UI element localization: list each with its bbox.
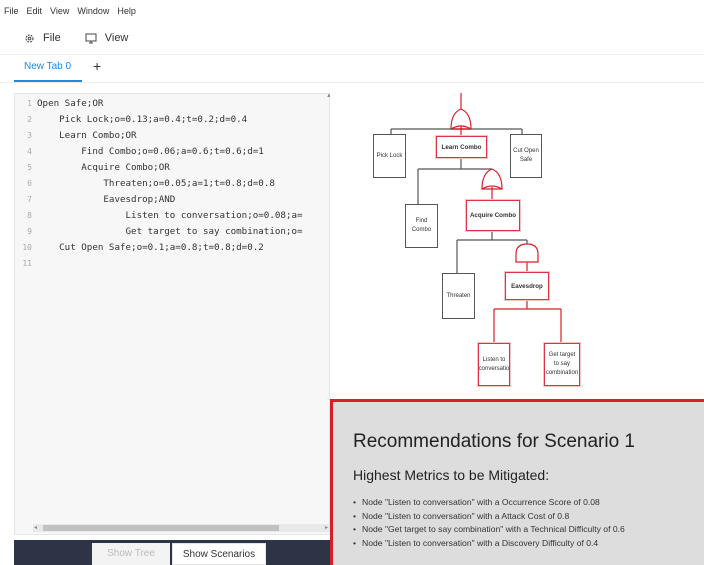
attack-tree-view[interactable]: Pick Lock Learn Combo Cut Open Safe Find C… <box>330 93 704 399</box>
divider <box>0 82 704 83</box>
monitor-icon <box>85 33 97 43</box>
menu-edit[interactable]: Edit <box>27 6 43 16</box>
menu-file[interactable]: File <box>4 6 19 16</box>
tree-node-get-target[interactable]: Get target to say combination <box>544 343 580 386</box>
menu-view[interactable]: View <box>50 6 69 16</box>
tree-node-eavesdrop[interactable]: Eavesdrop <box>505 272 549 300</box>
menu-help[interactable]: Help <box>117 6 136 16</box>
list-item: Node "Listen to conversation" with a Dis… <box>353 538 625 552</box>
toolbar: File View <box>0 25 704 51</box>
scrollbar-thumb[interactable] <box>43 525 279 531</box>
menu-bar: File Edit View Window Help <box>0 0 704 22</box>
list-item: Node "Listen to conversation" with a Att… <box>353 511 625 525</box>
tab-new-tab-0[interactable]: New Tab 0 <box>14 57 82 82</box>
list-item: Node "Get target to say combination" wit… <box>353 524 625 538</box>
tab-bar: New Tab 0 + <box>0 57 704 82</box>
divider <box>0 54 704 55</box>
menu-window[interactable]: Window <box>77 6 109 16</box>
tree-node-pick-lock[interactable]: Pick Lock <box>373 134 406 178</box>
tree-node-threaten[interactable]: Threaten <box>442 273 475 319</box>
code-editor[interactable]: 1 Open Safe;OR 2 Pick Lock;o=0.13;a=0.4;t… <box>14 93 330 535</box>
tree-node-find-combo[interactable]: Find Combo <box>405 204 438 248</box>
show-scenarios-button[interactable]: Show Scenarios <box>172 543 266 565</box>
recommendations-list: Node "Listen to conversation" with a Occ… <box>353 497 625 551</box>
tree-node-learn-combo[interactable]: Learn Combo <box>436 136 487 158</box>
view-button[interactable]: View <box>85 32 129 44</box>
recommendations-title: Recommendations for Scenario 1 <box>353 431 635 452</box>
gear-icon <box>25 33 34 43</box>
file-button[interactable]: File <box>24 32 61 44</box>
recommendations-subtitle: Highest Metrics to be Mitigated: <box>353 467 550 483</box>
add-tab-button[interactable]: + <box>93 58 101 74</box>
tree-node-acquire-combo[interactable]: Acquire Combo <box>466 200 520 231</box>
tree-node-cut-open-safe[interactable]: Cut Open Safe <box>510 134 542 178</box>
scroll-right-icon[interactable]: ▸ <box>325 524 328 531</box>
show-tree-button[interactable]: Show Tree <box>92 543 170 565</box>
view-button-label: View <box>104 32 129 44</box>
list-item: Node "Listen to conversation" with a Occ… <box>353 497 625 511</box>
file-button-label: File <box>43 32 61 44</box>
bottom-bar: Show Tree Show Scenarios <box>14 540 330 565</box>
recommendations-panel: Recommendations for Scenario 1 Highest M… <box>330 399 704 565</box>
tree-node-listen-to-conversation[interactable]: Listen to conversatio <box>478 343 510 386</box>
scroll-left-icon[interactable]: ◂ <box>34 524 37 531</box>
horizontal-scrollbar[interactable]: ◂ ▸ <box>33 524 329 532</box>
